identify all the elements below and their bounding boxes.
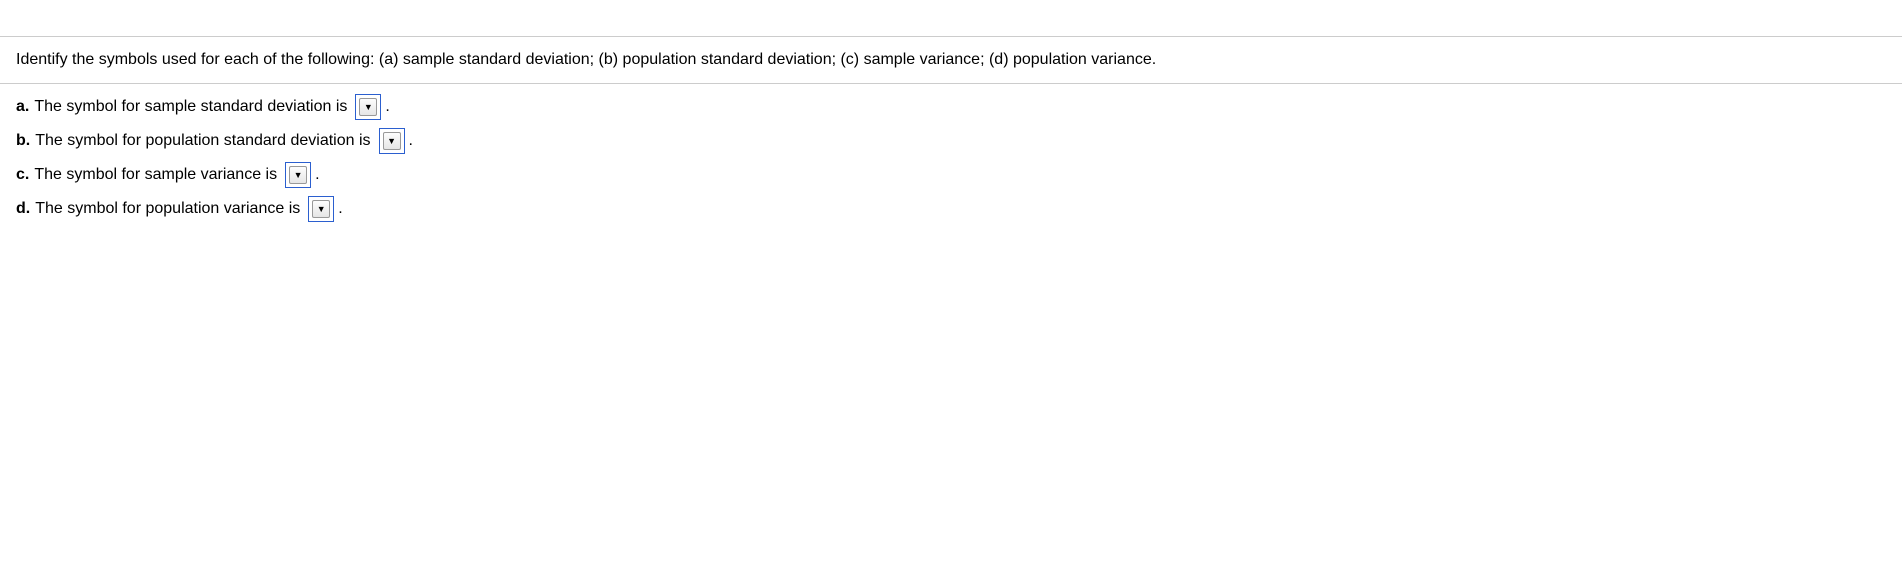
chevron-down-icon: ▼ bbox=[317, 205, 326, 214]
answer-c-period: . bbox=[315, 166, 319, 184]
question-text: Identify the symbols used for each of th… bbox=[16, 51, 1156, 68]
dropdown-button[interactable]: ▼ bbox=[312, 200, 330, 218]
answer-d-dropdown[interactable]: ▼ bbox=[308, 196, 334, 222]
question-header: Identify the symbols used for each of th… bbox=[0, 36, 1902, 84]
answer-b-dropdown[interactable]: ▼ bbox=[379, 128, 405, 154]
answer-d-label: d. bbox=[16, 200, 30, 218]
answer-b-text: The symbol for population standard devia… bbox=[35, 132, 370, 150]
answer-a-text: The symbol for sample standard deviation… bbox=[34, 98, 347, 116]
answer-b-period: . bbox=[409, 132, 413, 150]
answer-c-label: c. bbox=[16, 166, 29, 184]
answer-a-label: a. bbox=[16, 98, 29, 116]
chevron-down-icon: ▼ bbox=[364, 103, 373, 112]
answers-section: a. The symbol for sample standard deviat… bbox=[0, 84, 1902, 240]
answer-d-text: The symbol for population variance is bbox=[35, 200, 300, 218]
answer-a-dropdown[interactable]: ▼ bbox=[355, 94, 381, 120]
answer-c-line: c. The symbol for sample variance is ▼ . bbox=[16, 162, 1886, 188]
answer-a-line: a. The symbol for sample standard deviat… bbox=[16, 94, 1886, 120]
answer-c-dropdown[interactable]: ▼ bbox=[285, 162, 311, 188]
answer-d-line: d. The symbol for population variance is… bbox=[16, 196, 1886, 222]
chevron-down-icon: ▼ bbox=[387, 137, 396, 146]
dropdown-button[interactable]: ▼ bbox=[359, 98, 377, 116]
answer-b-label: b. bbox=[16, 132, 30, 150]
answer-b-line: b. The symbol for population standard de… bbox=[16, 128, 1886, 154]
chevron-down-icon: ▼ bbox=[294, 171, 303, 180]
answer-a-period: . bbox=[385, 98, 389, 116]
answer-d-period: . bbox=[338, 200, 342, 218]
dropdown-button[interactable]: ▼ bbox=[289, 166, 307, 184]
answer-c-text: The symbol for sample variance is bbox=[34, 166, 277, 184]
dropdown-button[interactable]: ▼ bbox=[383, 132, 401, 150]
